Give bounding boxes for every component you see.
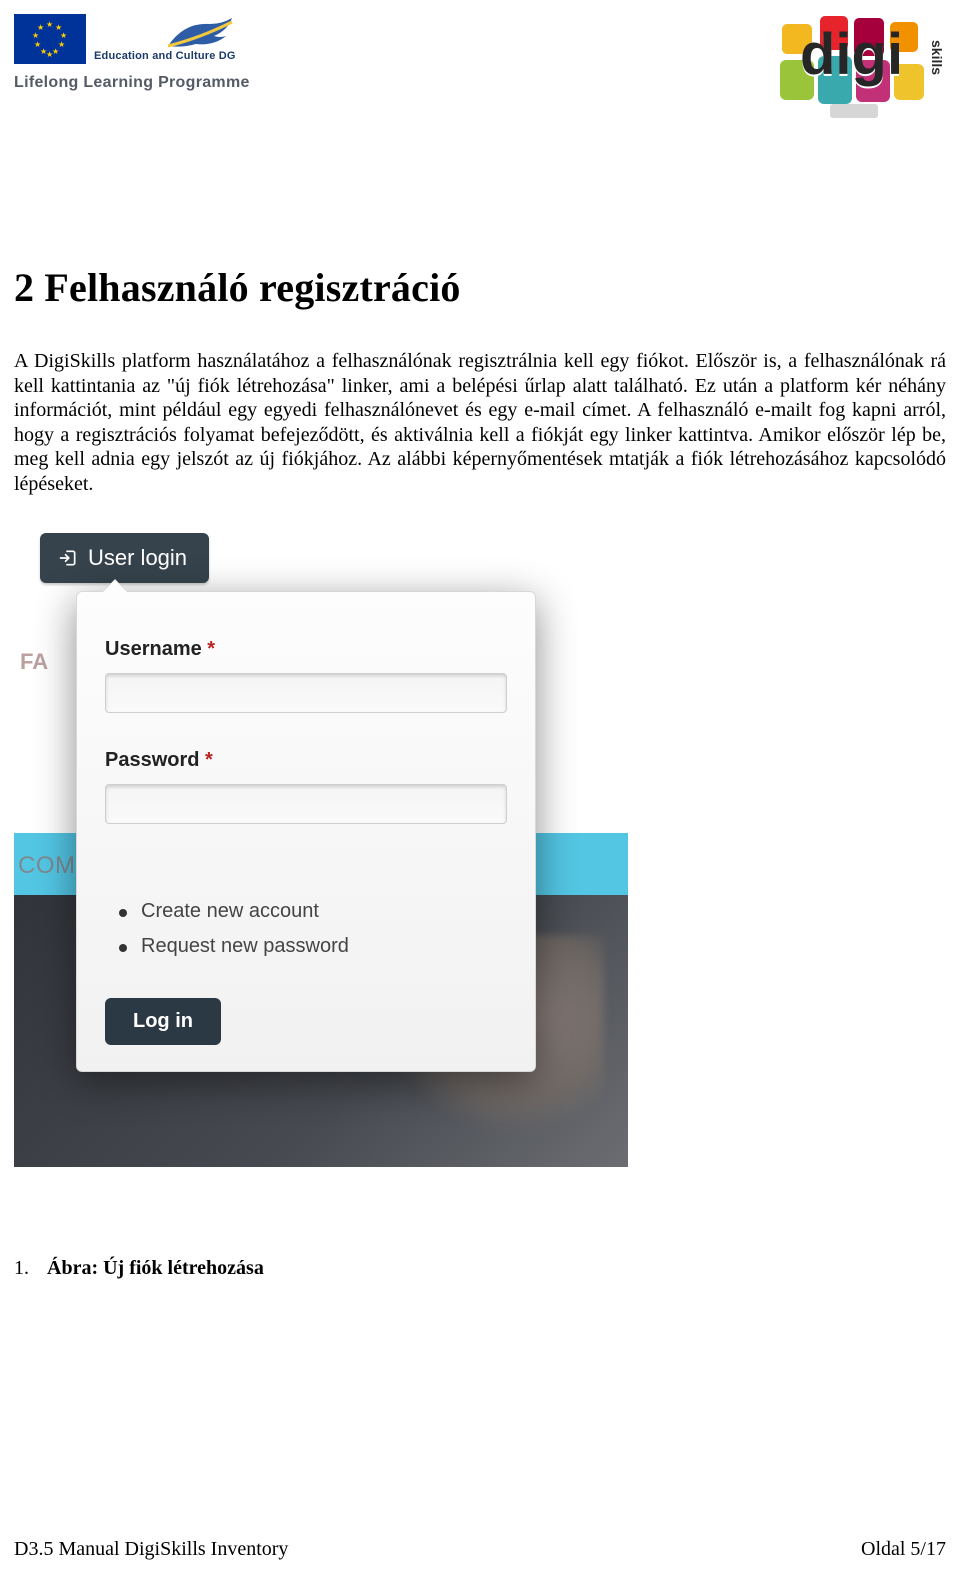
svg-text:skills: skills	[929, 40, 945, 75]
user-login-trigger[interactable]: User login	[40, 533, 209, 583]
footer-right: Oldal 5/17	[861, 1538, 946, 1561]
username-label: Username *	[105, 638, 507, 661]
section-paragraph: A DigiSkills platform használatához a fe…	[14, 349, 946, 497]
section-heading: 2 Felhasználó regisztráció	[14, 264, 946, 311]
page-header: ★★★★★ ★★★★★ Education and Culture DG Lif…	[14, 14, 946, 154]
password-input[interactable]	[105, 784, 507, 824]
required-asterisk: *	[205, 749, 213, 771]
username-input[interactable]	[105, 673, 507, 713]
digiskills-logo: dıgı digi skills	[774, 14, 946, 126]
svg-text:digi: digi	[800, 22, 903, 87]
bg-fa-text: FA	[20, 649, 48, 675]
lifelong-learning-label: Lifelong Learning Programme	[14, 74, 250, 92]
figure-number: 1.	[14, 1257, 29, 1279]
login-screenshot: FA ter COMMUNITY ⌄ User login Username *	[14, 533, 628, 1167]
footer-left: D3.5 Manual DigiSkills Inventory	[14, 1538, 288, 1561]
user-login-label: User login	[88, 545, 187, 571]
main-content: 2 Felhasználó regisztráció A DigiSkills …	[14, 154, 946, 1280]
password-label: Password *	[105, 749, 507, 772]
page-footer: D3.5 Manual DigiSkills Inventory Oldal 5…	[14, 1538, 946, 1561]
eu-flag-icon: ★★★★★ ★★★★★	[14, 14, 86, 64]
figure-label: Ábra: Új fiók létrehozása	[47, 1257, 264, 1279]
login-button[interactable]: Log in	[105, 998, 221, 1045]
bird-swoosh-icon	[166, 16, 236, 50]
figure-caption: 1. Ábra: Új fiók létrehozása	[14, 1257, 946, 1280]
request-password-link[interactable]: Request new password	[119, 929, 507, 964]
eu-programme-logo: ★★★★★ ★★★★★ Education and Culture DG Lif…	[14, 14, 250, 92]
create-account-link[interactable]: Create new account	[119, 894, 507, 929]
edu-culture-label: Education and Culture DG	[94, 50, 236, 62]
login-arrow-icon	[58, 548, 78, 568]
login-popup: Username * Password * Create new account…	[76, 591, 536, 1072]
required-asterisk: *	[207, 638, 215, 660]
